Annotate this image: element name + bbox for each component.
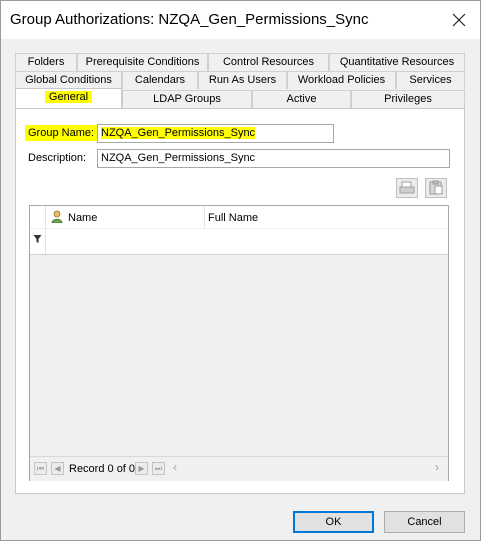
record-counter: Record 0 of 0 (69, 463, 136, 475)
grid-header: Name Full Name (30, 206, 448, 255)
tab-active[interactable]: Active (252, 90, 351, 108)
ok-button[interactable]: OK (293, 511, 374, 533)
tab-general-label: General (44, 91, 93, 103)
description-field[interactable]: NZQA_Gen_Permissions_Sync (97, 149, 450, 168)
scroll-right-icon[interactable]: › (435, 460, 439, 474)
last-record-button[interactable]: ⏭ (152, 462, 165, 475)
tab-calendars[interactable]: Calendars (122, 71, 198, 89)
column-name[interactable]: Name (68, 212, 97, 224)
previous-record-button[interactable]: ◀ (51, 462, 64, 475)
clipboard-button[interactable] (425, 178, 447, 198)
print-button[interactable] (396, 178, 418, 198)
tab-quantitative-resources[interactable]: Quantitative Resources (329, 53, 465, 71)
filter-icon[interactable] (33, 234, 42, 247)
tab-prerequisite-conditions[interactable]: Prerequisite Conditions (77, 53, 208, 71)
close-icon[interactable] (447, 8, 471, 32)
tab-run-as-users[interactable]: Run As Users (198, 71, 287, 89)
tab-workload-policies[interactable]: Workload Policies (287, 71, 396, 89)
next-record-button[interactable]: ▶ (135, 462, 148, 475)
tab-general[interactable]: General (15, 88, 122, 108)
tab-ldap-groups[interactable]: LDAP Groups (122, 90, 252, 108)
first-record-button[interactable]: ⏮ (34, 462, 47, 475)
print-icon (399, 181, 415, 194)
cancel-button[interactable]: Cancel (384, 511, 465, 533)
user-icon (51, 210, 63, 226)
members-grid: Name Full Name ⏮ ◀ Record 0 of 0 ▶ ⏭ ‹ › (29, 205, 449, 481)
tab-folders[interactable]: Folders (15, 53, 77, 71)
grid-pager: ⏮ ◀ Record 0 of 0 ▶ ⏭ ‹ › (30, 456, 448, 481)
column-full-name[interactable]: Full Name (208, 212, 258, 224)
clipboard-icon (429, 180, 443, 195)
tab-control-resources[interactable]: Control Resources (208, 53, 329, 71)
scroll-left-icon[interactable]: ‹ (173, 460, 177, 474)
tab-services[interactable]: Services (396, 71, 465, 89)
tab-privileges[interactable]: Privileges (351, 90, 465, 108)
dialog-window: Group Authorizations: NZQA_Gen_Permissio… (0, 0, 481, 541)
description-label: Description: (28, 152, 87, 164)
group-name-value: NZQA_Gen_Permissions_Sync (101, 127, 256, 139)
group-name-label: Group Name: (25, 125, 98, 141)
tab-global-conditions[interactable]: Global Conditions (15, 71, 122, 89)
group-name-field[interactable]: NZQA_Gen_Permissions_Sync (97, 124, 334, 143)
window-title: Group Authorizations: NZQA_Gen_Permissio… (10, 11, 369, 28)
title-bar: Group Authorizations: NZQA_Gen_Permissio… (1, 1, 480, 39)
